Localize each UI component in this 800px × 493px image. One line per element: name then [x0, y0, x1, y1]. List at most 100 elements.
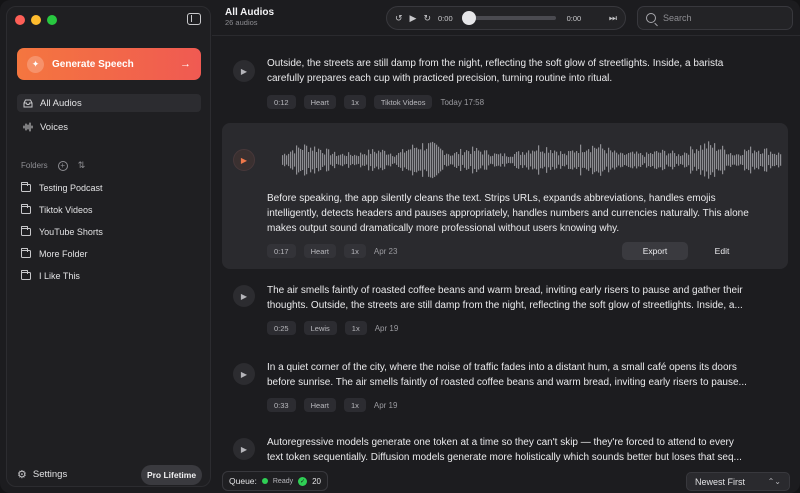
sort-folders-icon[interactable]: ⇅	[78, 160, 86, 171]
waveform-bar	[680, 155, 682, 165]
speed-chip[interactable]: 1x	[344, 321, 367, 335]
duration-chip: 0:25	[267, 321, 296, 335]
waveform-bar	[698, 150, 700, 170]
folder-item[interactable]: I Like This	[21, 268, 205, 284]
audio-item[interactable]: ▶ In a quiet corner of the city, where t…	[222, 355, 788, 425]
play-icon[interactable]: ▶	[233, 149, 255, 171]
audio-meta: 0:33 Heart 1x Apr 19	[267, 398, 397, 412]
folder-item[interactable]: YouTube Shorts	[21, 224, 205, 240]
waveform-bar	[392, 156, 394, 164]
forward-icon[interactable]: ↻	[423, 13, 431, 24]
waveform-bar	[648, 153, 650, 167]
add-folder-icon[interactable]: +	[57, 160, 68, 171]
waveform-bar	[526, 152, 528, 168]
waveform-bar	[538, 145, 540, 175]
speed-chip[interactable]: 1x	[343, 398, 366, 412]
audio-item[interactable]: ▶ Outside, the streets are still damp fr…	[222, 51, 788, 121]
speed-chip[interactable]: 1x	[343, 95, 366, 109]
waveform-bar	[330, 155, 332, 165]
waveform-bar	[720, 149, 722, 171]
sidebar: ✦ Generate Speech → All Audios Voices Fo…	[6, 6, 211, 487]
settings-button[interactable]: ⚙ Settings	[17, 468, 67, 481]
waveform-bar	[756, 152, 758, 168]
waveform-bar	[512, 156, 514, 164]
waveform-bar	[598, 147, 600, 173]
waveform-bar	[682, 155, 684, 165]
waveform-bar	[316, 152, 318, 168]
waveform-bar	[604, 150, 606, 170]
waveform-bar	[398, 152, 400, 168]
voice-chip[interactable]: Heart	[303, 244, 336, 258]
audio-item-selected[interactable]: ▶ Before speaking, the app silently clea…	[222, 123, 788, 269]
waveform-bar	[532, 150, 534, 170]
waveform-bar	[318, 148, 320, 172]
audio-item[interactable]: ▶ Autoregressive models generate one tok…	[222, 431, 788, 467]
waveform-bar	[670, 153, 672, 167]
waveform-bar	[742, 154, 744, 166]
export-button[interactable]: Export	[622, 242, 688, 260]
waveform-bar	[322, 153, 324, 167]
waveform-bar	[290, 151, 292, 169]
sidebar-item-all-audios[interactable]: All Audios	[17, 94, 201, 112]
waveform-bar	[764, 148, 766, 172]
waveform-bar	[420, 149, 422, 171]
gear-icon: ⚙	[17, 469, 27, 481]
waveform-bar	[748, 149, 750, 171]
minimize-window-button[interactable]	[31, 15, 41, 25]
pro-lifetime-button[interactable]: Pro Lifetime	[141, 465, 202, 485]
waveform-bar	[372, 149, 374, 171]
folder-label: Testing Podcast	[39, 183, 103, 193]
waveform-bar	[382, 149, 384, 171]
waveform-bar	[728, 154, 730, 166]
folder-item[interactable]: Tiktok Videos	[21, 202, 205, 218]
waveform-bar	[652, 154, 654, 166]
waveform-bar	[582, 152, 584, 168]
waveform-bar	[434, 143, 436, 177]
speed-chip[interactable]: 1x	[343, 244, 366, 258]
play-icon[interactable]: ▶	[233, 60, 255, 82]
waveform-bar	[624, 154, 626, 166]
waveform-bar	[640, 152, 642, 168]
waveform-bar	[384, 150, 386, 170]
waveform-bar	[556, 151, 558, 169]
waveform-bar	[482, 154, 484, 166]
waveform-bar	[672, 150, 674, 170]
folder-chip[interactable]: Tiktok Videos	[373, 95, 433, 109]
duration-chip: 0:12	[267, 95, 296, 109]
voice-chip[interactable]: Heart	[303, 398, 336, 412]
rewind-icon[interactable]: ↺	[395, 13, 403, 24]
inbox-icon	[23, 98, 33, 108]
waveform-bar	[554, 150, 556, 170]
audio-count: 26 audios	[225, 18, 258, 27]
play-icon[interactable]: ▶	[233, 363, 255, 385]
voice-chip[interactable]: Heart	[303, 95, 336, 109]
waveform-bar	[356, 155, 358, 165]
folder-item[interactable]: More Folder	[21, 246, 205, 262]
edit-button[interactable]: Edit	[692, 242, 752, 260]
zoom-window-button[interactable]	[47, 15, 57, 25]
search-field[interactable]: Search	[637, 6, 793, 30]
waveform-bar	[686, 153, 688, 167]
voice-chip[interactable]: Lewis	[303, 321, 337, 335]
waveform-bar	[354, 154, 356, 166]
skip-end-icon[interactable]: ⏭	[609, 13, 617, 24]
seek-slider[interactable]	[461, 11, 556, 25]
waveform-bar	[498, 154, 500, 166]
sidebar-item-voices[interactable]: Voices	[17, 118, 201, 136]
sort-select[interactable]: Newest First ⌃⌄	[686, 472, 790, 491]
chevron-updown-icon: ⌃⌄	[767, 477, 781, 486]
waveform-bar	[780, 154, 782, 166]
play-icon[interactable]: ▶	[410, 13, 417, 24]
date-label: Today 17:58	[440, 97, 485, 107]
waveform-bar	[440, 148, 442, 172]
seek-knob[interactable]	[461, 11, 476, 25]
waveform-bar	[334, 151, 336, 169]
waveform-visualizer[interactable]	[282, 139, 782, 181]
audio-item[interactable]: ▶ The air smells faintly of roasted coff…	[222, 277, 788, 347]
folder-item[interactable]: Testing Podcast	[21, 180, 205, 196]
close-window-button[interactable]	[15, 15, 25, 25]
play-icon[interactable]: ▶	[233, 438, 255, 460]
generate-speech-button[interactable]: ✦ Generate Speech →	[17, 48, 201, 80]
sidebar-toggle-icon[interactable]	[187, 13, 201, 25]
play-icon[interactable]: ▶	[233, 285, 255, 307]
